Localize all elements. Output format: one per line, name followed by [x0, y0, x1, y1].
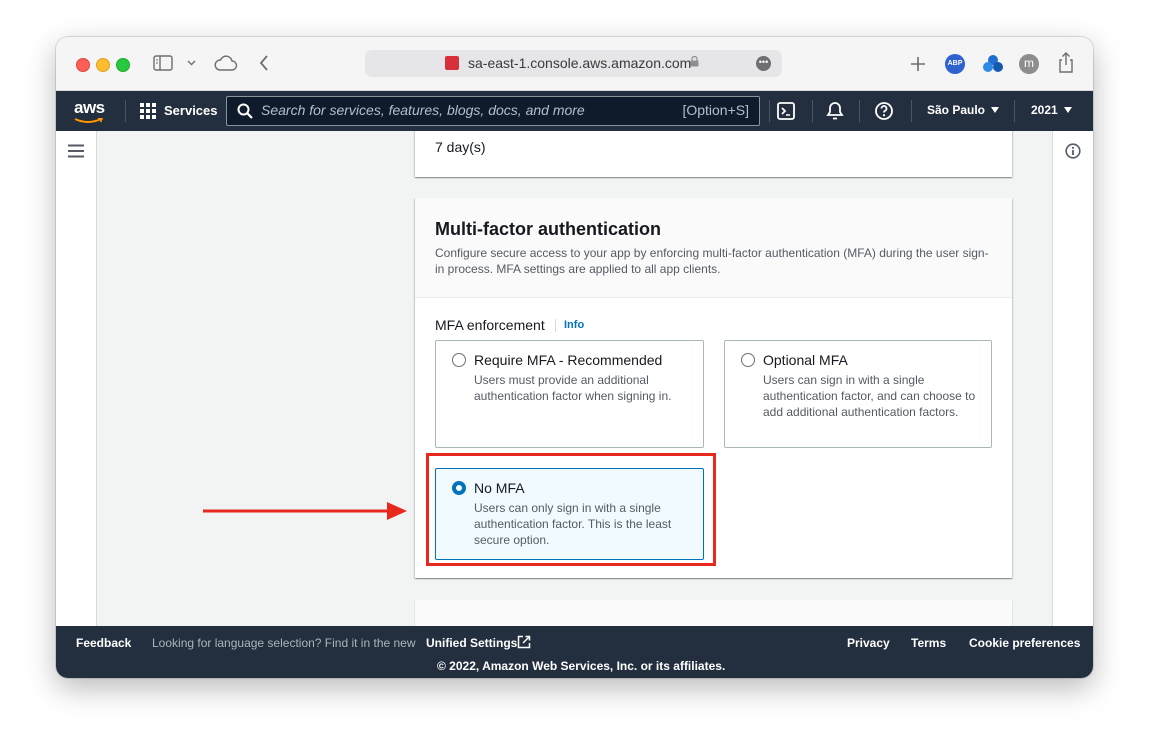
zoom-window-button[interactable] — [116, 58, 130, 72]
left-navigation-rail — [56, 131, 97, 626]
profile-avatar-icon[interactable]: m — [1019, 54, 1039, 74]
hamburger-menu-icon[interactable] — [68, 144, 84, 158]
nav-divider — [1014, 100, 1015, 122]
feedback-link[interactable]: Feedback — [76, 636, 131, 650]
browser-window: sa-east-1.console.aws.amazon.com ••• ABP… — [56, 37, 1093, 678]
mfa-card-header: Multi-factor authentication Configure se… — [415, 198, 1012, 298]
nav-divider — [125, 100, 126, 122]
account-name: 2021 — [1031, 103, 1058, 117]
require-mfa-radio[interactable] — [452, 353, 466, 367]
console-search-box[interactable]: [Option+S] — [226, 96, 760, 126]
optional-mfa-option[interactable]: Optional MFA Users can sign in with a si… — [724, 340, 992, 448]
address-bar[interactable]: sa-east-1.console.aws.amazon.com ••• — [365, 50, 782, 77]
unified-settings-link[interactable]: Unified Settings — [426, 636, 517, 650]
annotation-highlight-box — [426, 453, 716, 566]
close-window-button[interactable] — [76, 58, 90, 72]
next-settings-card — [415, 600, 1012, 626]
services-menu-button[interactable]: Services — [164, 103, 218, 118]
search-icon — [237, 103, 253, 119]
require-mfa-title: Require MFA - Recommended — [474, 352, 663, 368]
sidebar-toggle-icon[interactable] — [153, 55, 173, 71]
aws-smile-logo-icon — [74, 118, 104, 123]
external-link-icon[interactable] — [517, 635, 531, 649]
require-mfa-option[interactable]: Require MFA - Recommended Users must pro… — [435, 340, 704, 448]
require-mfa-description: Users must provide an additional authent… — [474, 373, 672, 403]
chevron-down-icon[interactable] — [187, 60, 196, 66]
account-menu[interactable]: 2021 — [1031, 103, 1072, 117]
right-help-rail — [1052, 131, 1093, 626]
region-selector[interactable]: São Paulo — [927, 103, 1000, 117]
page-menu-icon[interactable]: ••• — [756, 56, 771, 71]
back-arrow-icon[interactable] — [259, 55, 269, 71]
minimize-window-button[interactable] — [96, 58, 110, 72]
optional-mfa-radio[interactable] — [741, 353, 755, 367]
adblock-extension-icon[interactable]: ABP — [945, 54, 965, 74]
account-caret-icon — [1063, 107, 1072, 113]
nav-divider — [859, 100, 860, 122]
search-input[interactable] — [261, 100, 671, 120]
info-panel-icon[interactable] — [1065, 143, 1081, 159]
mfa-card-title: Multi-factor authentication — [435, 219, 661, 239]
mfa-enforcement-label: MFA enforcement — [435, 317, 545, 333]
console-footer: Feedback Looking for language selection?… — [56, 626, 1093, 678]
privacy-link[interactable]: Privacy — [847, 636, 890, 650]
aws-favicon-icon — [445, 56, 459, 70]
extension-icon[interactable] — [982, 54, 1004, 74]
address-bar-url: sa-east-1.console.aws.amazon.com — [468, 55, 692, 71]
cloudshell-icon[interactable] — [775, 100, 797, 122]
terms-link[interactable]: Terms — [911, 636, 946, 650]
search-shortcut-hint: [Option+S] — [682, 102, 749, 118]
language-notice: Looking for language selection? Find it … — [152, 636, 416, 650]
optional-mfa-description: Users can sign in with a single authenti… — [763, 373, 976, 419]
safari-toolbar: sa-east-1.console.aws.amazon.com ••• ABP… — [56, 37, 1093, 91]
notifications-bell-icon[interactable] — [824, 100, 846, 122]
help-question-icon[interactable] — [873, 100, 895, 122]
new-tab-plus-icon[interactable] — [910, 56, 926, 72]
aws-logo[interactable]: aws — [74, 98, 105, 118]
copyright-text: © 2022, Amazon Web Services, Inc. or its… — [437, 659, 726, 673]
aws-top-navigation: aws Services [Option+S] — [56, 91, 1093, 131]
mfa-card-description: Configure secure access to your app by e… — [435, 246, 989, 276]
services-grid-icon[interactable] — [140, 103, 156, 119]
share-icon[interactable] — [1058, 52, 1074, 73]
optional-mfa-title: Optional MFA — [763, 352, 848, 368]
lock-icon — [690, 56, 699, 67]
nav-divider — [911, 100, 912, 122]
cookie-preferences-link[interactable]: Cookie preferences — [969, 636, 1080, 650]
previous-card-value: 7 day(s) — [435, 139, 486, 155]
mfa-info-link[interactable]: Info — [555, 319, 584, 332]
icloud-tabs-icon[interactable] — [214, 54, 238, 72]
annotation-arrow-icon — [203, 502, 407, 520]
region-name: São Paulo — [927, 103, 986, 117]
nav-divider — [769, 100, 770, 122]
region-caret-icon — [991, 107, 1000, 113]
nav-divider — [812, 100, 813, 122]
previous-settings-card: 7 day(s) — [415, 131, 1012, 177]
